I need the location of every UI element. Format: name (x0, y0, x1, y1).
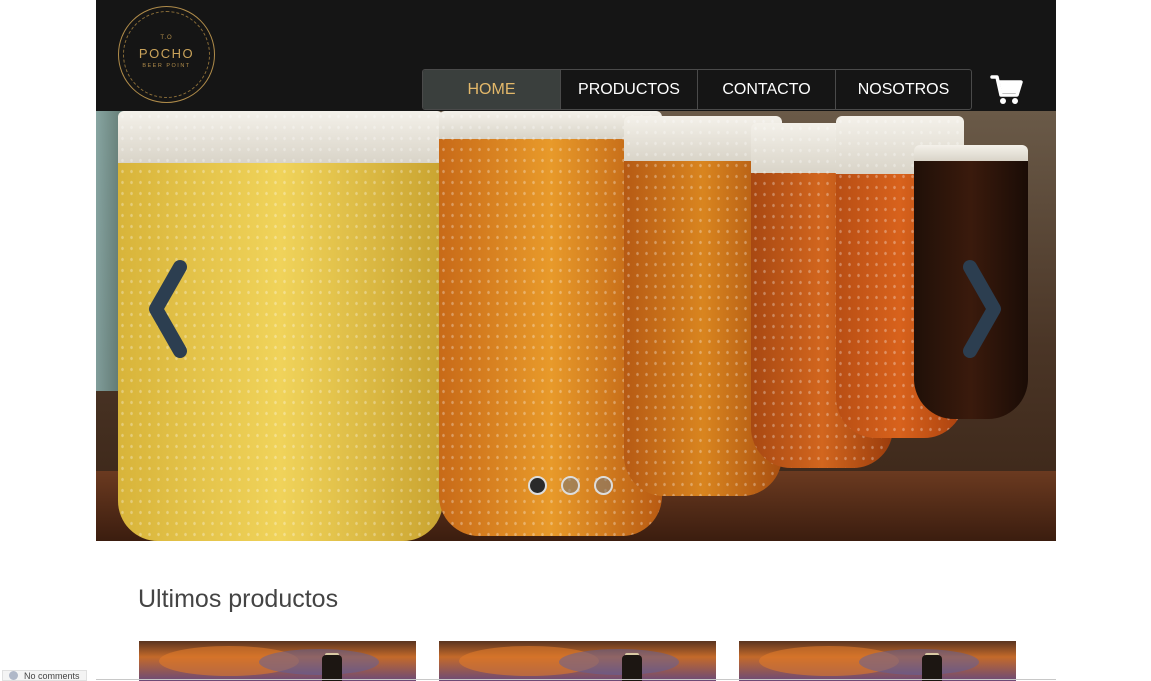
carousel-dot-3[interactable] (594, 476, 613, 495)
section-title: Ultimos productos (138, 585, 339, 613)
carousel-dot-2[interactable] (561, 476, 580, 495)
product-card-1[interactable] (139, 641, 416, 681)
carousel-prev-button[interactable] (144, 259, 190, 359)
comments-label: No comments (24, 670, 80, 681)
logo-top-text: T.O (160, 35, 173, 41)
comment-icon (9, 671, 18, 680)
hero-carousel (96, 111, 1056, 541)
carousel-next-button[interactable] (960, 259, 1006, 359)
nav-item-home[interactable]: HOME (423, 70, 560, 109)
nav-item-contacto[interactable]: CONTACTO (697, 70, 835, 109)
comments-widget[interactable]: No comments (2, 670, 87, 681)
brand-logo[interactable]: T.O POCHO BEER POINT (118, 6, 215, 103)
main-nav: HOME PRODUCTOS CONTACTO NOSOTROS (422, 69, 972, 110)
page: T.O POCHO BEER POINT HOME PRODUCTOS CONT… (0, 0, 1151, 681)
logo-sub-text: BEER POINT (142, 63, 191, 69)
chevron-left-icon (149, 260, 187, 358)
divider (96, 679, 1056, 680)
nav-item-nosotros[interactable]: NOSOTROS (835, 70, 971, 109)
product-card-2[interactable] (439, 641, 716, 681)
chevron-right-icon (963, 260, 1001, 358)
carousel-indicators (528, 476, 613, 495)
logo-main-text: POCHO (138, 46, 195, 61)
cart-icon[interactable] (990, 73, 1024, 107)
nav-item-productos[interactable]: PRODUCTOS (560, 70, 697, 109)
product-card-3[interactable] (739, 641, 1016, 681)
carousel-dot-1[interactable] (528, 476, 547, 495)
site-header: T.O POCHO BEER POINT HOME PRODUCTOS CONT… (96, 0, 1056, 111)
